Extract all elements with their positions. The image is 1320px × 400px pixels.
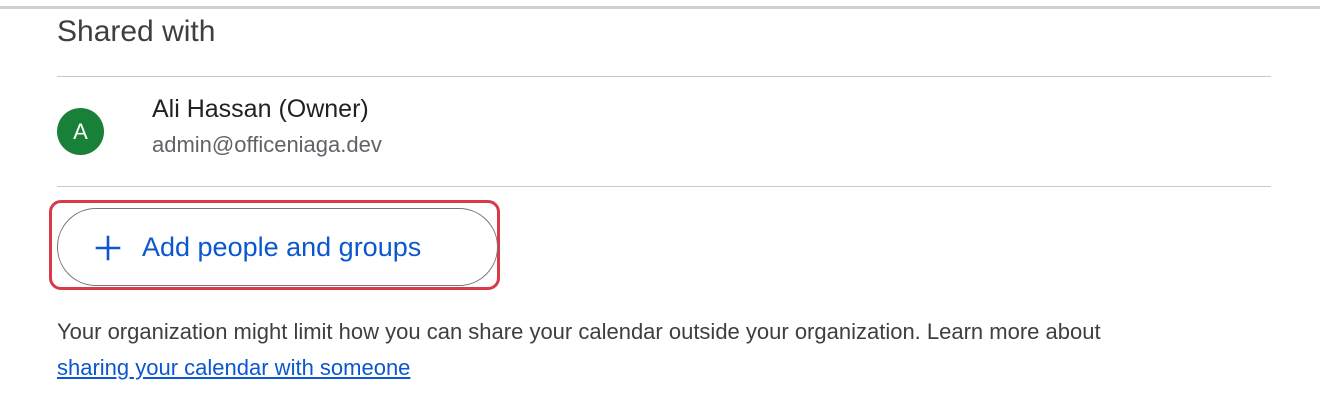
- section-title: Shared with: [57, 15, 216, 48]
- learn-more-link[interactable]: sharing your calendar with someone: [57, 355, 410, 380]
- owner-email: admin@officeniaga.dev: [152, 132, 382, 157]
- top-border: [0, 6, 1320, 9]
- add-people-button[interactable]: Add people and groups: [57, 208, 498, 286]
- avatar: A: [57, 108, 104, 155]
- owner-row: A Ali Hassan (Owner) admin@officeniaga.d…: [57, 88, 1271, 178]
- shared-with-panel: Shared with A Ali Hassan (Owner) admin@o…: [0, 0, 1320, 400]
- info-text: Your organization might limit how you ca…: [57, 314, 1297, 386]
- info-message: Your organization might limit how you ca…: [57, 319, 1101, 344]
- divider: [57, 186, 1271, 187]
- owner-name: Ali Hassan (Owner): [152, 95, 369, 123]
- plus-icon: [95, 235, 121, 261]
- divider: [57, 76, 1271, 77]
- add-people-label: Add people and groups: [142, 232, 422, 262]
